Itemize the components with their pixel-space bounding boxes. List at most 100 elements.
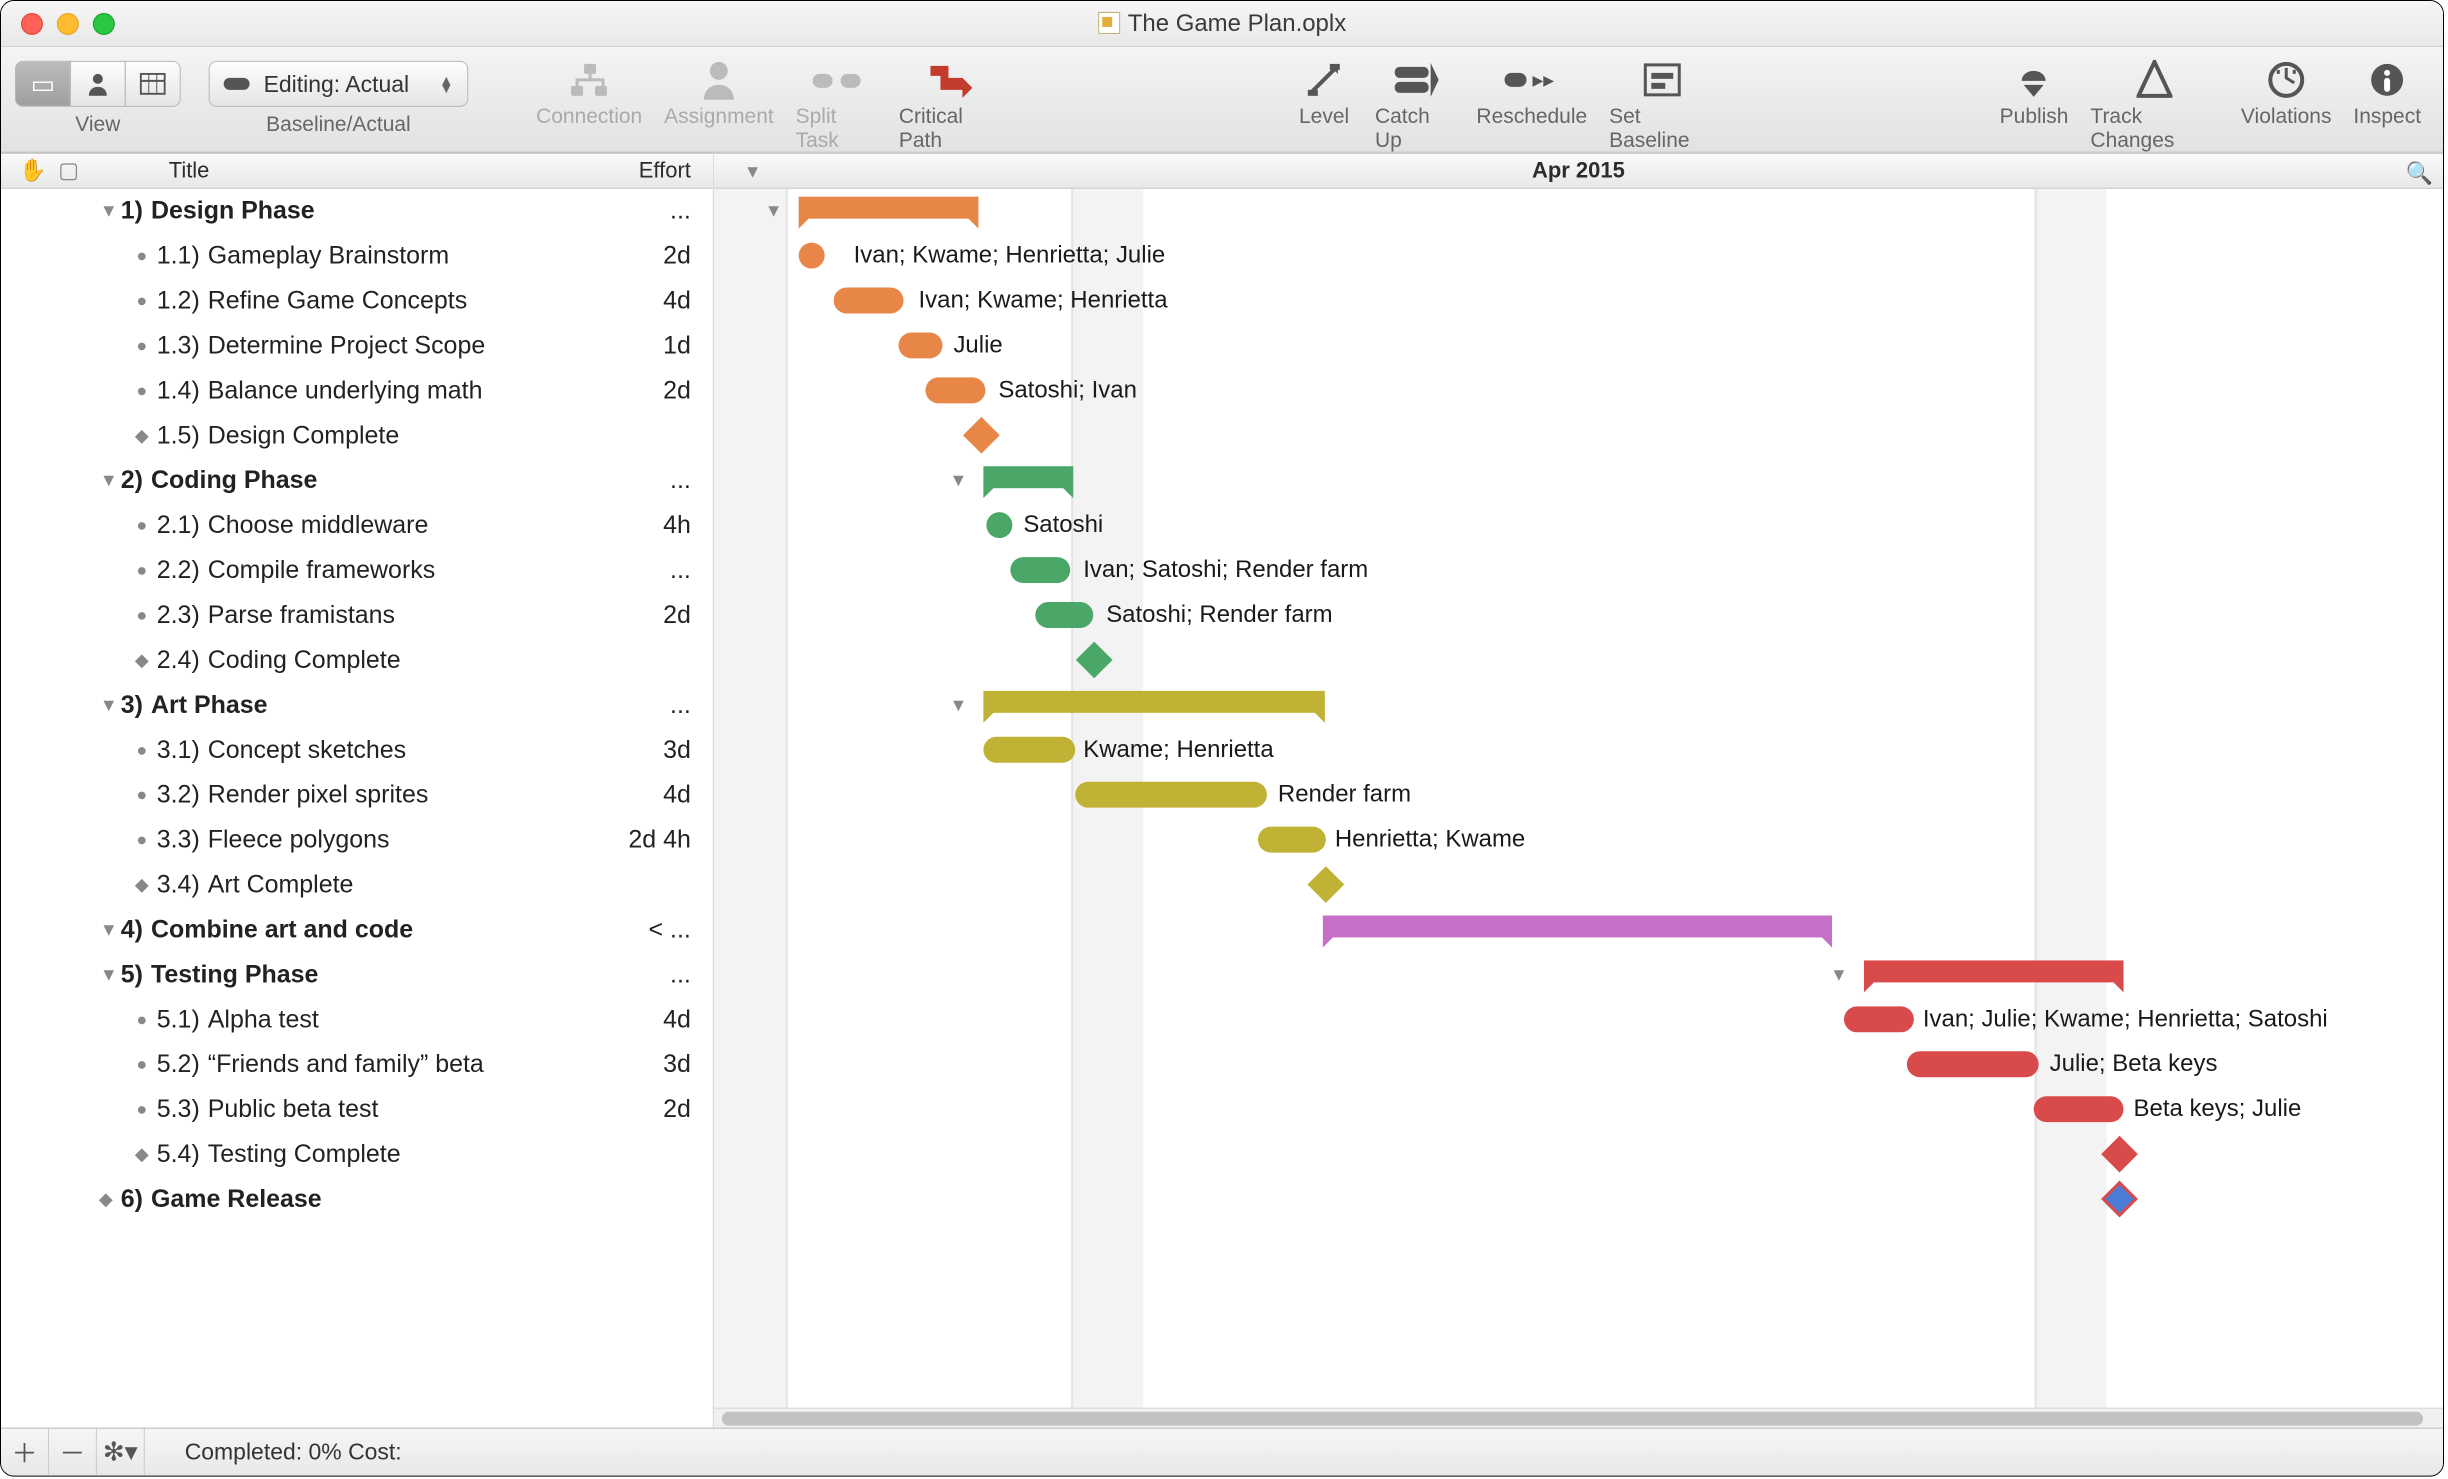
outline-row[interactable]: ●1.4)Balance underlying math2d — [1, 368, 713, 413]
outline-row[interactable]: ●3.2)Render pixel sprites4d — [1, 773, 713, 818]
task-number: 3.1) — [157, 736, 200, 765]
gantt-task-bar[interactable] — [2034, 1096, 2124, 1122]
gantt-milestone[interactable] — [2101, 1136, 2138, 1173]
notes-column-icon[interactable]: ▢ — [58, 158, 79, 184]
baseline-actual-dropdown[interactable]: Editing: Actual ▲▼ — [209, 61, 469, 107]
gantt-task-bar[interactable] — [1075, 782, 1267, 808]
outline-row[interactable]: ▼2)Coding Phase... — [1, 458, 713, 503]
gantt-milestone[interactable] — [2101, 1181, 2138, 1218]
gantt-phase-bar[interactable] — [799, 197, 979, 219]
outline-row[interactable]: ●1.1)Gameplay Brainstorm2d — [1, 234, 713, 279]
toolbar-level-label: Level — [1299, 105, 1349, 129]
gantt-group-disclose-icon[interactable]: ▼ — [949, 695, 967, 716]
gantt-task-bar[interactable] — [799, 243, 825, 269]
gantt-task-bar[interactable] — [1258, 827, 1326, 853]
outline-row[interactable]: ◆6)Game Release — [1, 1177, 713, 1222]
gantt-task-bar[interactable] — [899, 332, 943, 358]
column-effort[interactable]: Effort — [593, 158, 713, 184]
minimize-window-button[interactable] — [57, 13, 79, 35]
level-icon — [1295, 55, 1353, 105]
outline-row[interactable]: ▼3)Art Phase... — [1, 683, 713, 728]
toolbar-level-button[interactable]: Level — [1295, 55, 1353, 153]
task-title: Choose middleware — [208, 511, 429, 540]
outline-row[interactable]: ▼5)Testing Phase... — [1, 952, 713, 997]
gantt-group-disclose-icon[interactable]: ▼ — [1830, 964, 1848, 985]
outline-row[interactable]: ●3.3)Fleece polygons2d 4h — [1, 818, 713, 863]
view-gantt-button[interactable]: ▭ — [15, 61, 71, 107]
gantt-phase-bar[interactable] — [1864, 960, 2124, 982]
toolbar-inspect-button[interactable]: Inspect — [2353, 55, 2421, 153]
toolbar-catch-up-button[interactable]: Catch Up — [1375, 55, 1454, 153]
gantt-group-disclose-icon[interactable]: ▼ — [949, 470, 967, 491]
hand-tool-icon[interactable]: ✋ — [19, 158, 46, 184]
add-task-button[interactable]: ＋ — [1, 1428, 49, 1476]
disclosure-triangle-icon[interactable]: ▼ — [97, 919, 121, 940]
task-title: Compile frameworks — [208, 556, 435, 585]
outline-row[interactable]: ●3.1)Concept sketches3d — [1, 728, 713, 773]
disclosure-triangle-icon[interactable]: ▼ — [97, 964, 121, 985]
timeline-disclose-icon[interactable]: ▼ — [744, 162, 762, 183]
outline-row[interactable]: ●1.3)Determine Project Scope1d — [1, 323, 713, 368]
timeline-month-label: Apr 2015 — [1532, 158, 1625, 184]
gantt-phase-bar[interactable] — [983, 691, 1324, 713]
window-title: The Game Plan.oplx — [1128, 9, 1346, 36]
zoom-window-button[interactable] — [93, 13, 115, 35]
toolbar-split-task-button[interactable]: Split Task — [796, 55, 877, 153]
search-icon[interactable]: 🔍 — [2406, 161, 2433, 187]
action-menu-button[interactable]: ✻▾ — [97, 1428, 145, 1476]
outline-row[interactable]: ●2.1)Choose middleware4h — [1, 503, 713, 548]
gantt-milestone[interactable] — [963, 417, 1000, 454]
toolbar-assignment-button[interactable]: Assignment — [664, 55, 774, 153]
task-number: 3.2) — [157, 781, 200, 810]
gantt-horizontal-scrollbar[interactable] — [714, 1408, 2443, 1428]
gantt-phase-bar[interactable] — [1323, 916, 1832, 938]
outline-row[interactable]: ●1.2)Refine Game Concepts4d — [1, 279, 713, 324]
outline-row[interactable]: ●2.2)Compile frameworks... — [1, 548, 713, 593]
outline-row[interactable]: ◆3.4)Art Complete — [1, 863, 713, 908]
outline-row[interactable]: ◆1.5)Design Complete — [1, 413, 713, 458]
task-title: Concept sketches — [208, 736, 406, 765]
timeline-header[interactable]: ▼ Apr 2015 🔍 — [714, 153, 2443, 189]
task-title: Render pixel sprites — [208, 781, 429, 810]
remove-task-button[interactable]: － — [49, 1428, 97, 1476]
toolbar-violations-button[interactable]: Violations — [2241, 55, 2332, 153]
gantt-task-bar[interactable] — [1010, 557, 1070, 583]
disclosure-triangle-icon[interactable]: ▼ — [97, 470, 121, 491]
outline-row[interactable]: ▼4)Combine art and code< ... — [1, 908, 713, 953]
toolbar-publish-button[interactable]: Publish — [2000, 55, 2069, 153]
disclosure-triangle-icon[interactable]: ▼ — [97, 201, 121, 222]
gantt-task-bar[interactable] — [1907, 1051, 2039, 1077]
gantt-group-disclose-icon[interactable]: ▼ — [765, 201, 783, 222]
gantt-assignment-label: Kwame; Henrietta — [1083, 737, 1273, 763]
view-calendar-button[interactable] — [125, 61, 181, 107]
catch-up-icon — [1386, 55, 1444, 105]
gantt-milestone[interactable] — [1307, 866, 1344, 903]
gantt-task-bar[interactable] — [1844, 1006, 1914, 1032]
toolbar-reschedule-button[interactable]: ▶▶Reschedule — [1476, 55, 1587, 153]
outline-row[interactable]: ▼1)Design Phase... — [1, 189, 713, 234]
gantt-task-bar[interactable] — [983, 737, 1075, 763]
toolbar-connection-button[interactable]: Connection — [536, 55, 642, 153]
gantt-chart[interactable]: ▼ Apr 2015 🔍 ▼Ivan; Kwame; Henrietta; Ju… — [714, 153, 2443, 1428]
task-title: “Friends and family” beta — [208, 1050, 484, 1079]
toolbar-set-baseline-button[interactable]: Set Baseline — [1609, 55, 1716, 153]
disclosure-triangle-icon[interactable]: ▼ — [97, 695, 121, 716]
gantt-task-bar[interactable] — [986, 512, 1012, 538]
gantt-task-bar[interactable] — [925, 377, 985, 403]
view-resources-button[interactable] — [70, 61, 126, 107]
outline-row[interactable]: ◆2.4)Coding Complete — [1, 638, 713, 683]
task-number: 3.4) — [157, 871, 200, 900]
column-title[interactable]: Title — [83, 158, 593, 184]
close-window-button[interactable] — [21, 13, 43, 35]
gantt-phase-bar[interactable] — [983, 466, 1073, 488]
toolbar-critical-path-button[interactable]: Critical Path — [899, 55, 1002, 153]
toolbar-track-changes-button[interactable]: Track Changes — [2090, 55, 2219, 153]
task-number: 3) — [121, 691, 143, 720]
gantt-task-bar[interactable] — [1035, 602, 1093, 628]
outline-row[interactable]: ●5.2)“Friends and family” beta3d — [1, 1042, 713, 1087]
outline-row[interactable]: ●5.3)Public beta test2d — [1, 1087, 713, 1132]
gantt-task-bar[interactable] — [834, 288, 904, 314]
outline-row[interactable]: ●2.3)Parse framistans2d — [1, 593, 713, 638]
outline-row[interactable]: ◆5.4)Testing Complete — [1, 1132, 713, 1177]
outline-row[interactable]: ●5.1)Alpha test4d — [1, 997, 713, 1042]
